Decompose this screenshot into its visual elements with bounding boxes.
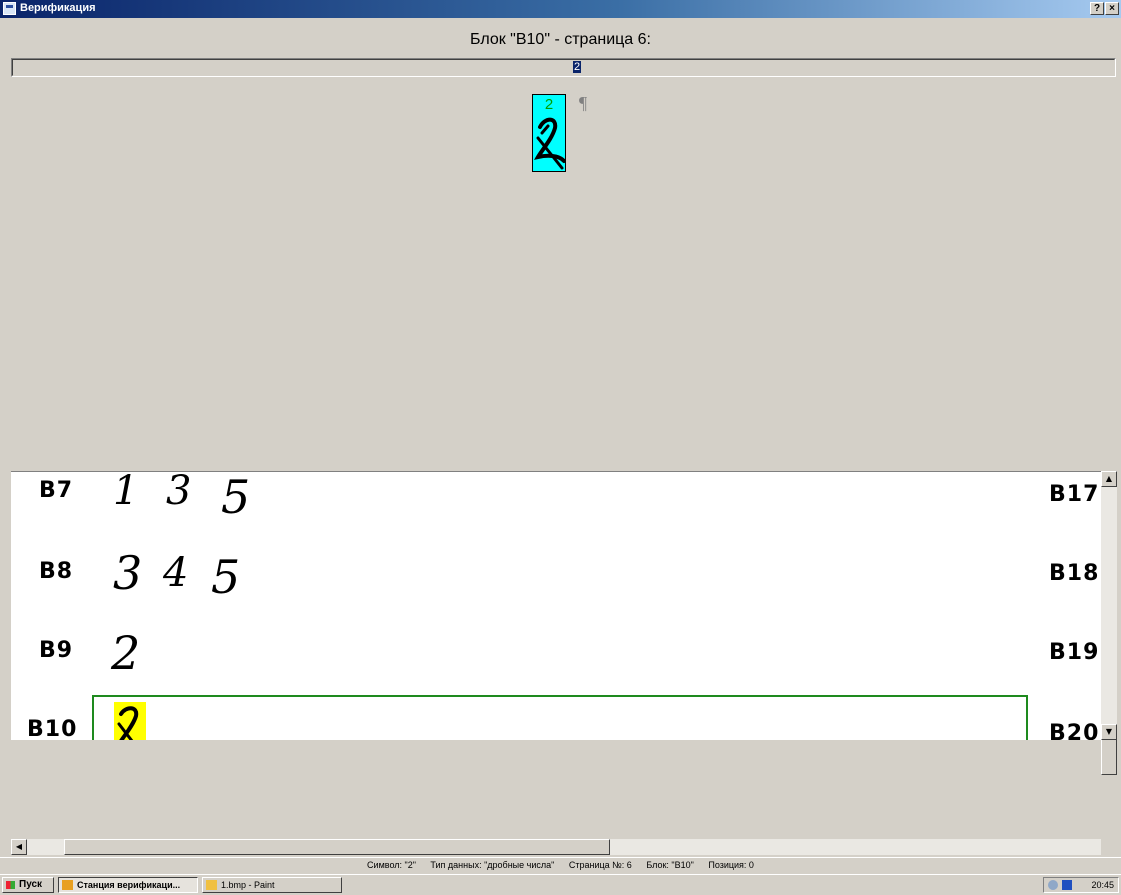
status-data-type: Тип данных: "дробные числа": [430, 860, 555, 870]
scanned-image-pane[interactable]: B7 B8 B9 B10 B17 B18 B19 B20 1 3 5 3 4 5…: [11, 471, 1101, 740]
label-b17: B17: [1049, 482, 1100, 507]
active-char-highlight[interactable]: [114, 702, 146, 740]
character-cell[interactable]: 2: [532, 94, 566, 172]
handwritten-digit: 4: [163, 550, 189, 596]
handwritten-digit: 5: [211, 550, 241, 604]
handwritten-digit: 3: [166, 471, 192, 514]
status-page: Страница №: 6: [568, 860, 632, 870]
scroll-up-button[interactable]: ▲: [1101, 471, 1117, 487]
handwritten-digit: 3: [113, 546, 143, 600]
app-icon: [3, 2, 16, 15]
handwritten-digit: 5: [221, 471, 251, 524]
active-char-image: [117, 706, 139, 740]
taskbar-item-label: 1.bmp - Paint: [221, 880, 275, 890]
title-bar: Верификация ? ×: [0, 0, 1121, 18]
vertical-scrollbar[interactable]: ▲ ▼: [1101, 471, 1117, 775]
taskbar: Пуск Станция верификаци... 1.bmp - Paint…: [0, 874, 1121, 895]
vertical-scroll-thumb[interactable]: [1101, 739, 1117, 775]
taskbar-item-paint[interactable]: 1.bmp - Paint: [202, 877, 342, 893]
paint-icon: [206, 880, 217, 890]
start-button[interactable]: Пуск: [2, 877, 54, 893]
label-b20: B20: [1049, 721, 1100, 740]
status-block: Блок: "В10": [646, 860, 694, 870]
taskbar-item-verification[interactable]: Станция верификаци...: [58, 877, 198, 893]
handwritten-char-image: [534, 117, 565, 170]
tray-icon[interactable]: [1062, 880, 1072, 890]
status-bar: Символ: "2" Тип данных: "дробные числа" …: [0, 857, 1121, 874]
tray-icon[interactable]: [1048, 880, 1058, 890]
paragraph-mark: ¶: [579, 93, 588, 113]
label-b7: B7: [39, 478, 74, 503]
help-button[interactable]: ?: [1090, 2, 1104, 15]
taskbar-item-label: Станция верификаци...: [77, 880, 181, 890]
status-symbol: Символ: "2": [367, 860, 416, 870]
active-block-frame: [92, 695, 1028, 740]
recognized-text-field[interactable]: 2: [11, 58, 1116, 77]
window-title: Верификация: [20, 2, 96, 14]
horizontal-scrollbar[interactable]: ◀: [11, 839, 1101, 855]
system-tray: 20:45: [1043, 877, 1119, 893]
recognized-text-selection: 2: [573, 61, 582, 73]
close-button[interactable]: ×: [1105, 2, 1119, 15]
scroll-left-button[interactable]: ◀: [11, 839, 27, 855]
label-b8: B8: [39, 559, 74, 584]
block-title: Блок "В10" - страница 6:: [470, 31, 651, 48]
status-position: Позиция: 0: [708, 860, 754, 870]
label-b18: B18: [1049, 561, 1100, 586]
scroll-corner: [1101, 839, 1117, 855]
app-icon: [62, 880, 73, 890]
label-b10: B10: [27, 717, 78, 740]
clock: 20:45: [1091, 880, 1114, 890]
label-b9: B9: [39, 638, 74, 663]
label-b19: B19: [1049, 640, 1100, 665]
scroll-down-button[interactable]: ▼: [1101, 724, 1117, 740]
handwritten-digit: 1: [113, 471, 139, 514]
horizontal-scroll-thumb[interactable]: [64, 839, 610, 855]
handwritten-digit: 2: [111, 626, 141, 680]
